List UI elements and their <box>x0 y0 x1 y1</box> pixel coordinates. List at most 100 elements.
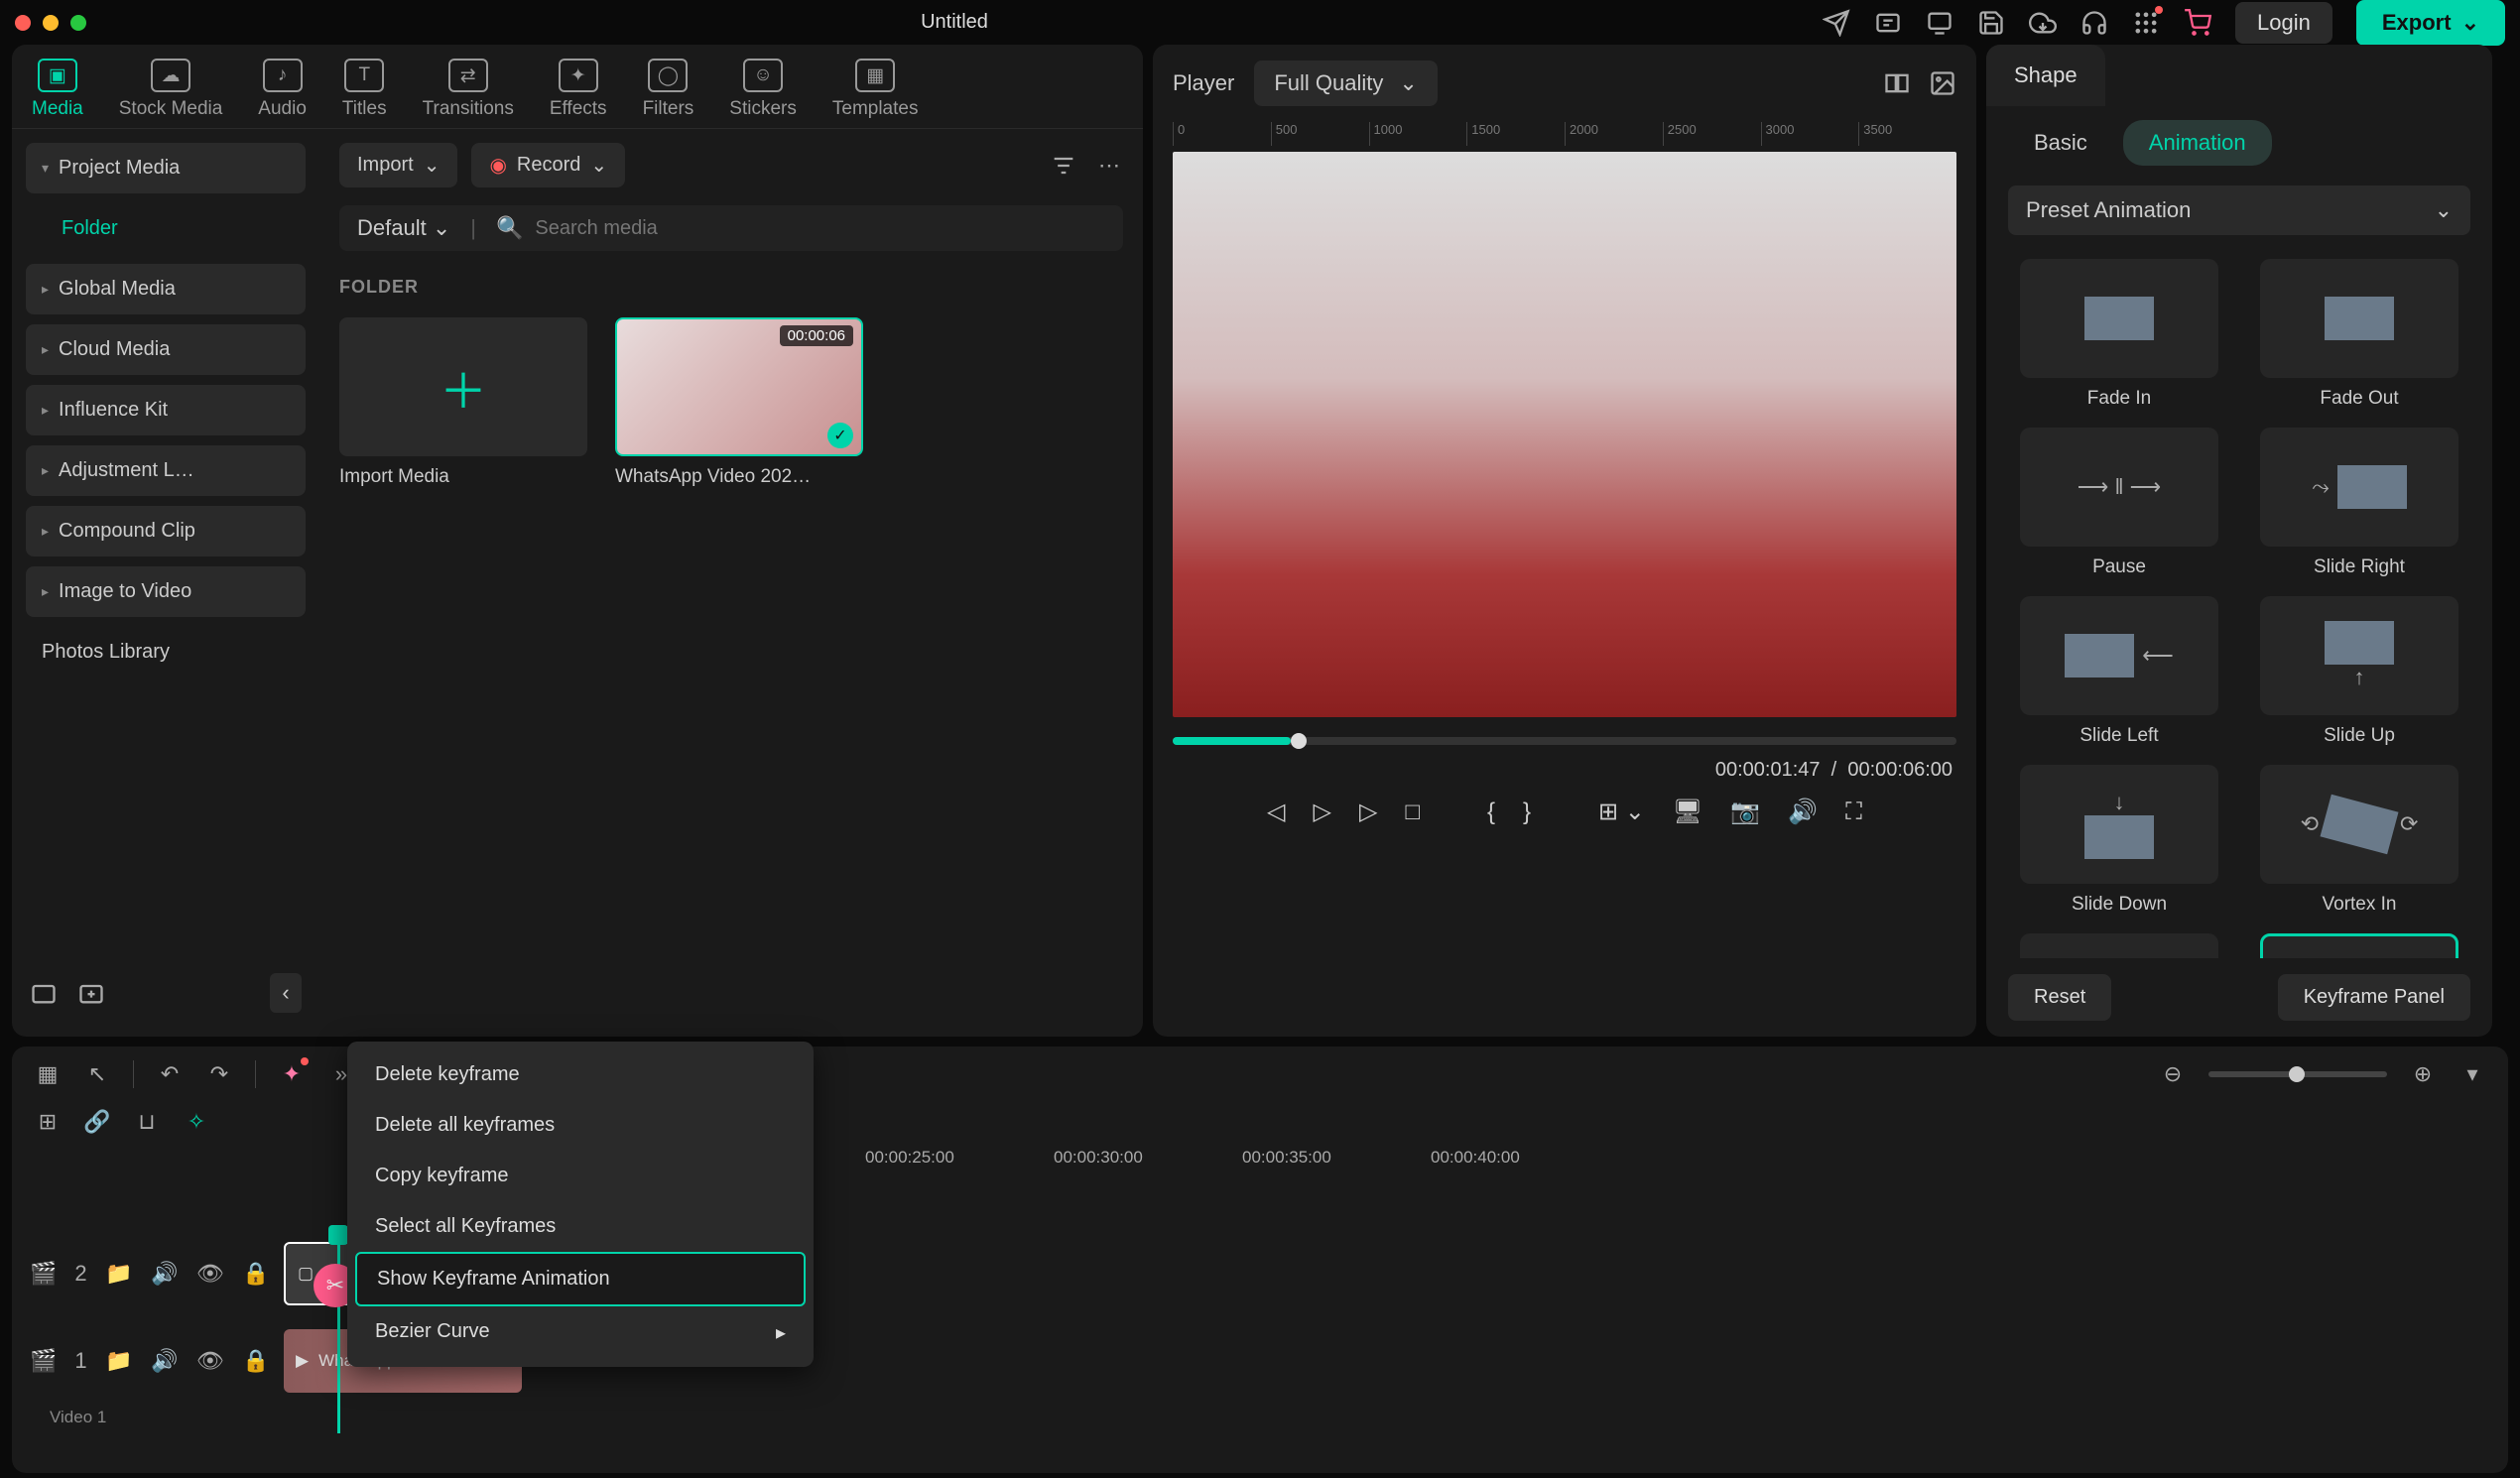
anim-vortex-out[interactable]: Vortex Out <box>2008 933 2230 958</box>
add-folder-icon[interactable] <box>77 979 105 1007</box>
quality-dropdown[interactable]: Full Quality⌄ <box>1254 61 1437 106</box>
anim-pause[interactable]: ⟶ ‖ ⟶Pause <box>2008 428 2230 578</box>
sidebar-item-compound-clip[interactable]: ▸Compound Clip <box>26 506 306 556</box>
maximize-window-icon[interactable] <box>70 15 86 31</box>
feedback-icon[interactable] <box>1874 9 1902 37</box>
tab-stock-media[interactable]: ☁Stock Media <box>119 59 223 120</box>
preview-scrubber[interactable] <box>1173 737 1956 745</box>
reset-button[interactable]: Reset <box>2008 974 2111 1021</box>
screen-icon[interactable]: 🖥 <box>1673 798 1702 826</box>
fullscreen-icon[interactable]: ⛶ <box>1845 799 1862 826</box>
display-icon[interactable] <box>1926 9 1953 37</box>
anim-zoom-in[interactable]: Zoom In <box>2248 933 2470 958</box>
redo-icon[interactable]: ↷ <box>205 1060 233 1088</box>
visibility-icon[interactable]: 👁 <box>196 1347 224 1375</box>
prev-frame-button[interactable]: ◁ <box>1267 798 1285 826</box>
save-icon[interactable] <box>1977 9 2005 37</box>
pointer-icon[interactable]: ↖ <box>83 1060 111 1088</box>
anim-slide-down[interactable]: ↓Slide Down <box>2008 765 2230 916</box>
snap-icon[interactable]: ✧ <box>183 1108 210 1136</box>
new-folder-icon[interactable] <box>30 979 58 1007</box>
tab-media[interactable]: ▣Media <box>32 59 83 120</box>
play-button[interactable]: ▷ <box>1314 798 1331 826</box>
anim-slide-right[interactable]: ⤳Slide Right <box>2248 428 2470 578</box>
zoom-out-icon[interactable]: ⊖ <box>2159 1060 2187 1088</box>
collapse-sidebar-button[interactable]: ‹ <box>270 973 302 1013</box>
preview-canvas[interactable] <box>1173 152 1956 717</box>
menu-show-keyframe-animation[interactable]: Show Keyframe Animation <box>355 1252 806 1306</box>
anim-slide-left[interactable]: ⟵Slide Left <box>2008 596 2230 747</box>
sidebar-item-folder[interactable]: Folder <box>26 203 306 254</box>
subtab-animation[interactable]: Animation <box>2123 120 2272 166</box>
scrub-handle[interactable] <box>1291 733 1307 749</box>
media-card-video[interactable]: 00:00:06 ✓ WhatsApp Video 202… <box>615 317 863 488</box>
snapshot-icon[interactable]: 📷 <box>1730 798 1760 826</box>
menu-select-all-keyframes[interactable]: Select all Keyframes <box>355 1201 806 1252</box>
sidebar-item-project-media[interactable]: ▾Project Media <box>26 143 306 193</box>
mute-icon[interactable]: 🔊 <box>151 1260 179 1288</box>
menu-copy-keyframe[interactable]: Copy keyframe <box>355 1151 806 1201</box>
menu-delete-keyframe[interactable]: Delete keyframe <box>355 1049 806 1100</box>
tab-shape[interactable]: Shape <box>1986 45 2105 106</box>
preset-animation-dropdown[interactable]: Preset Animation⌄ <box>2008 185 2470 235</box>
mute-icon[interactable]: 🔊 <box>151 1347 179 1375</box>
tab-filters[interactable]: ◯Filters <box>643 59 694 120</box>
filter-icon[interactable] <box>1050 152 1077 180</box>
anim-vortex-in[interactable]: ⟲⟳Vortex In <box>2248 765 2470 916</box>
sidebar-item-influence-kit[interactable]: ▸Influence Kit <box>26 385 306 435</box>
image-icon[interactable] <box>1929 69 1956 97</box>
subtab-basic[interactable]: Basic <box>2008 120 2113 166</box>
tab-stickers[interactable]: ☺Stickers <box>729 59 797 120</box>
keyframe-panel-button[interactable]: Keyframe Panel <box>2278 974 2470 1021</box>
link-icon[interactable]: 🔗 <box>83 1108 111 1136</box>
anim-fade-out[interactable]: Fade Out <box>2248 259 2470 410</box>
record-button[interactable]: ◉Record⌄ <box>471 143 625 187</box>
sidebar-item-adjustment-layer[interactable]: ▸Adjustment L… <box>26 445 306 496</box>
menu-bezier-curve[interactable]: Bezier Curve▸ <box>355 1306 806 1359</box>
anim-slide-up[interactable]: ↑Slide Up <box>2248 596 2470 747</box>
menu-delete-all-keyframes[interactable]: Delete all keyframes <box>355 1100 806 1151</box>
zoom-in-icon[interactable]: ⊕ <box>2409 1060 2437 1088</box>
mark-in-button[interactable]: { <box>1487 799 1495 826</box>
tab-transitions[interactable]: ⇄Transitions <box>423 59 514 120</box>
sort-dropdown[interactable]: Default ⌄ <box>357 215 450 241</box>
import-media-card[interactable]: ＋ Import Media <box>339 317 587 488</box>
cloud-icon[interactable] <box>2029 9 2057 37</box>
zoom-fit-icon[interactable]: ▾ <box>2458 1060 2486 1088</box>
ratio-button[interactable]: ⊞ ⌄ <box>1598 798 1645 826</box>
undo-icon[interactable]: ↶ <box>156 1060 184 1088</box>
headphones-icon[interactable] <box>2080 9 2108 37</box>
send-icon[interactable] <box>1823 9 1850 37</box>
import-button[interactable]: Import⌄ <box>339 143 457 187</box>
minimize-window-icon[interactable] <box>43 15 59 31</box>
next-frame-button[interactable]: ▷ <box>1359 798 1377 826</box>
add-track-icon[interactable]: ⊞ <box>34 1108 62 1136</box>
sidebar-item-cloud-media[interactable]: ▸Cloud Media <box>26 324 306 375</box>
tab-audio[interactable]: ♪Audio <box>258 59 307 120</box>
folder-icon[interactable]: 📁 <box>105 1260 133 1288</box>
stop-button[interactable]: □ <box>1405 799 1420 826</box>
magnet-icon[interactable]: ⊔ <box>133 1108 161 1136</box>
volume-icon[interactable]: 🔊 <box>1788 798 1818 826</box>
folder-icon[interactable]: 📁 <box>105 1347 133 1375</box>
sidebar-item-global-media[interactable]: ▸Global Media <box>26 264 306 314</box>
zoom-slider[interactable] <box>2208 1071 2387 1077</box>
tab-effects[interactable]: ✦Effects <box>550 59 607 120</box>
cart-icon[interactable] <box>2184 9 2211 37</box>
apps-icon[interactable] <box>2132 9 2160 37</box>
tab-templates[interactable]: ▦Templates <box>832 59 919 120</box>
tab-titles[interactable]: TTitles <box>342 59 387 120</box>
mark-out-button[interactable]: } <box>1523 799 1531 826</box>
lock-icon[interactable]: 🔒 <box>242 1260 270 1288</box>
export-button[interactable]: Export⌄ <box>2356 0 2505 46</box>
close-window-icon[interactable] <box>15 15 31 31</box>
search-input[interactable]: 🔍 <box>496 215 1105 241</box>
lock-icon[interactable]: 🔒 <box>242 1347 270 1375</box>
more-icon[interactable]: ⋯ <box>1095 152 1123 180</box>
sidebar-item-photos-library[interactable]: Photos Library <box>26 627 306 677</box>
anim-fade-in[interactable]: Fade In <box>2008 259 2230 410</box>
sidebar-item-image-to-video[interactable]: ▸Image to Video <box>26 566 306 617</box>
login-button[interactable]: Login <box>2235 2 2332 44</box>
grid-icon[interactable]: ▦ <box>34 1060 62 1088</box>
compare-icon[interactable] <box>1883 69 1911 97</box>
